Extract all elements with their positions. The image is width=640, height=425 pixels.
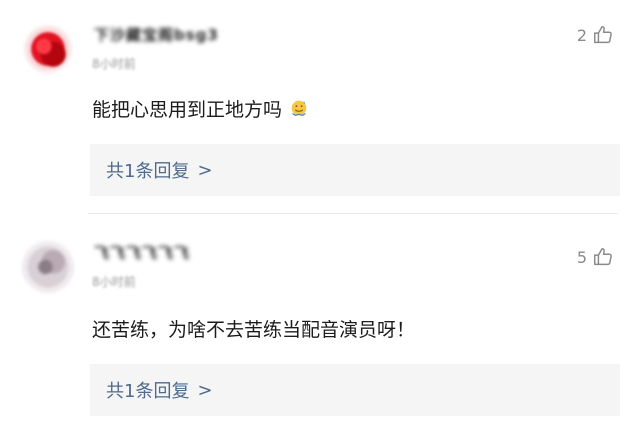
view-replies-button[interactable]: 共1条回复 > xyxy=(90,144,620,196)
thumbs-up-icon xyxy=(594,248,612,266)
chevron-right-icon: > xyxy=(197,379,213,401)
comment-username[interactable]: 下沙藏宝阁bsg3 xyxy=(94,24,219,44)
thumbs-up-icon xyxy=(594,26,612,44)
comment-timestamp: 8小时前 xyxy=(92,275,136,289)
comment-item: 下沙藏宝阁bsg3 8小时前 2 能把心思用到正地方吗 共1条回复 > xyxy=(0,0,640,213)
like-button[interactable]: 2 xyxy=(577,23,614,47)
avatar[interactable] xyxy=(22,23,74,75)
comment-timestamp: 8小时前 xyxy=(92,57,136,71)
avatar[interactable] xyxy=(22,241,74,293)
comment-text: 能把心思用到正地方吗 xyxy=(92,95,310,121)
view-replies-button[interactable]: 共1条回复 > xyxy=(90,364,620,416)
like-count: 2 xyxy=(576,25,587,45)
comment-item: 飞飞飞飞飞飞 8小时前 5 还苦练，为啥不去苦练当配音演员呀！ 共1条回复 > xyxy=(0,216,640,425)
reply-count-label: 共1条回复 xyxy=(106,161,190,182)
like-count: 5 xyxy=(576,247,587,267)
comment-text-content: 能把心思用到正地方吗 xyxy=(92,98,283,121)
comment-username[interactable]: 飞飞飞飞飞飞 xyxy=(94,242,190,262)
reply-count-label: 共1条回复 xyxy=(106,381,190,402)
comment-divider xyxy=(88,213,618,214)
comment-text: 还苦练，为啥不去苦练当配音演员呀！ xyxy=(92,315,415,341)
chevron-right-icon: > xyxy=(197,159,213,181)
like-button[interactable]: 5 xyxy=(577,245,614,269)
comment-text-content: 还苦练，为啥不去苦练当配音演员呀！ xyxy=(92,318,416,341)
sweat-smile-icon xyxy=(291,100,307,117)
